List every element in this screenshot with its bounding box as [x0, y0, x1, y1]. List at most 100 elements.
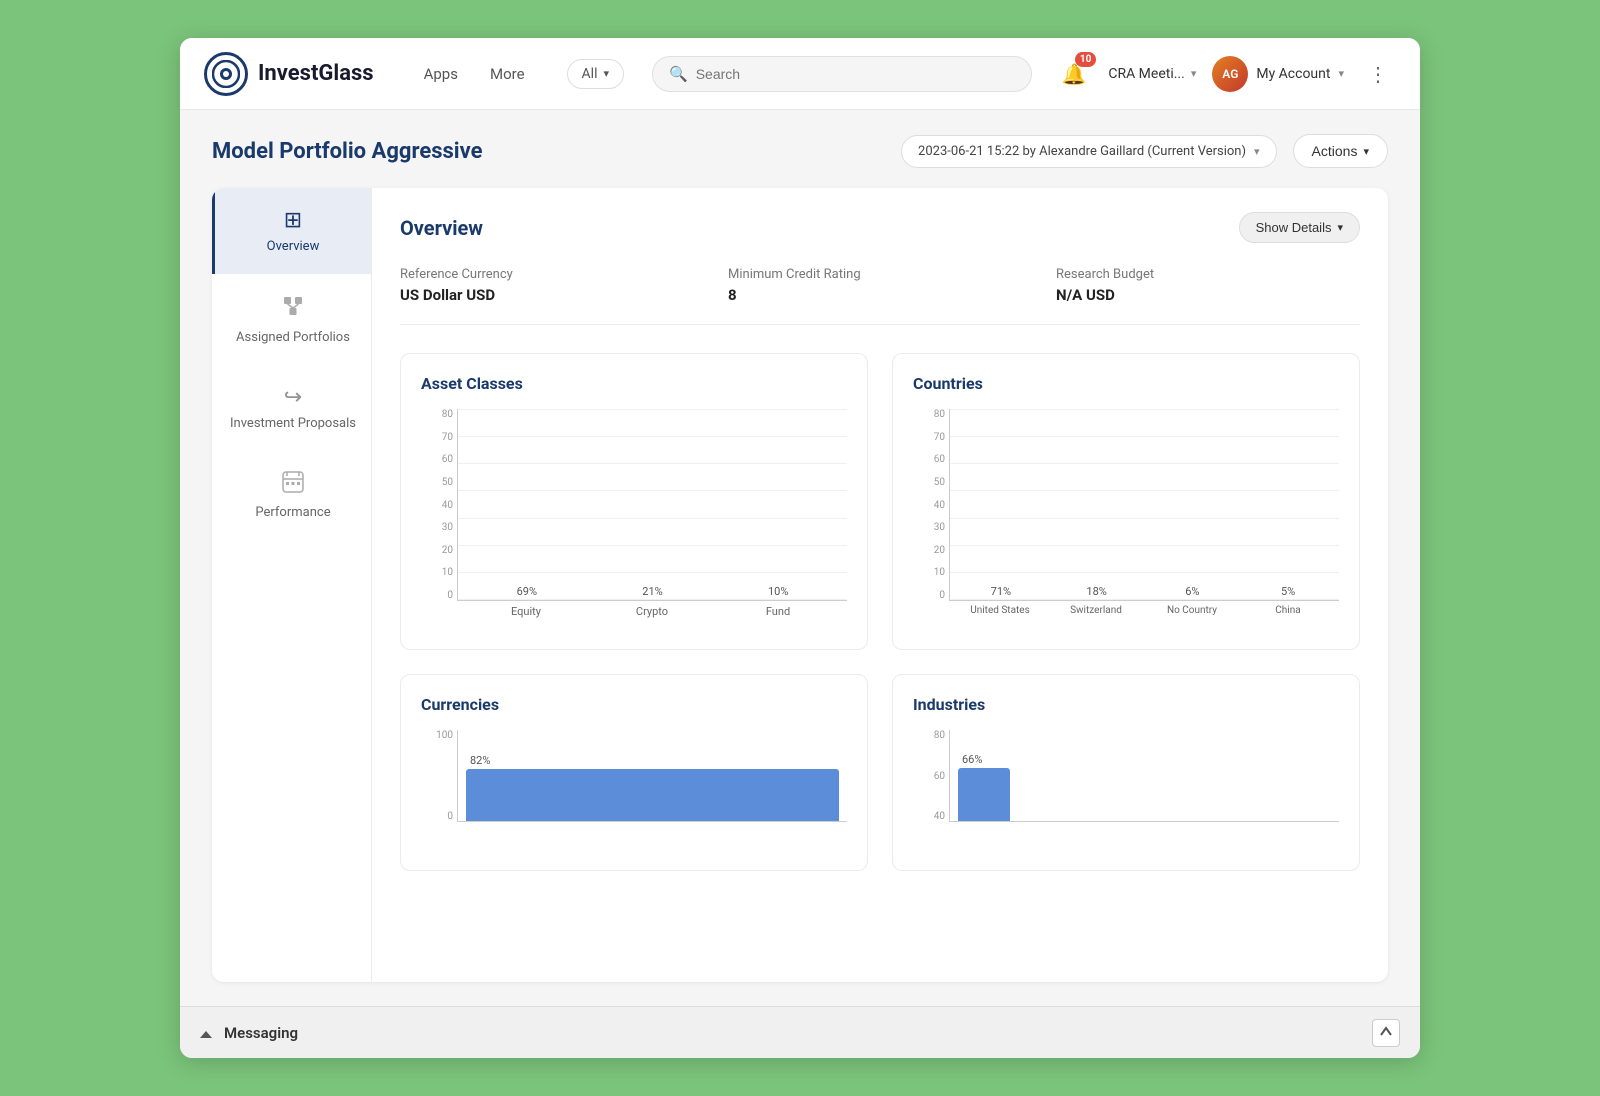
- overview-panel: Overview Show Details ▾ Reference Curren…: [372, 188, 1388, 982]
- bar-us: 71%: [958, 585, 1044, 600]
- y-tick: 10: [442, 567, 453, 578]
- page-header: Model Portfolio Aggressive 2023-06-21 15…: [212, 134, 1388, 168]
- sidebar-item-overview-label: Overview: [267, 239, 320, 254]
- y-tick: 0: [447, 590, 453, 601]
- chart-industries-container: 80 60 40 66%: [913, 730, 1339, 850]
- sidebar: ⊞ Overview Assigned Portfolios: [212, 188, 372, 982]
- bar-industry1-rect: [958, 768, 1010, 821]
- meta-min-credit-rating-value: 8: [728, 286, 1032, 304]
- navbar-right: 🔔 10 CRA Meeti... ▾ AG My Account ▾ ⋮: [1056, 56, 1396, 92]
- actions-chevron-icon: ▾: [1363, 145, 1369, 158]
- filter-dropdown[interactable]: All ▾: [567, 59, 624, 89]
- bars-currencies: 82%: [458, 730, 847, 821]
- navbar-nav: Apps More: [410, 57, 539, 91]
- meta-reference-currency-label: Reference Currency: [400, 267, 704, 282]
- sidebar-item-assigned-portfolios-label: Assigned Portfolios: [236, 330, 350, 345]
- chevron-up-icon: [200, 1023, 212, 1042]
- chart-countries-title: Countries: [913, 374, 1339, 393]
- y-tick: 80: [442, 409, 453, 420]
- overview-title: Overview: [400, 216, 483, 240]
- x-label-fund: Fund: [725, 605, 831, 629]
- bar-no-country: 6%: [1150, 585, 1236, 600]
- actions-button[interactable]: Actions ▾: [1293, 134, 1388, 168]
- chart-industries-title: Industries: [913, 695, 1339, 714]
- y-tick: 50: [442, 477, 453, 488]
- investment-proposals-icon: ↪: [284, 385, 302, 410]
- chart-area-currencies: 82%: [457, 730, 847, 822]
- meta-row: Reference Currency US Dollar USD Minimum…: [400, 267, 1360, 325]
- assigned-portfolios-icon: [281, 294, 305, 324]
- meeting-label: CRA Meeti...: [1108, 66, 1184, 82]
- sidebar-item-performance[interactable]: Performance: [212, 451, 371, 540]
- actions-label: Actions: [1312, 143, 1358, 159]
- account-chevron-icon: ▾: [1338, 67, 1344, 80]
- meta-min-credit-rating-label: Minimum Credit Rating: [728, 267, 1032, 282]
- bars-industries: 66%: [950, 730, 1339, 821]
- bar-crypto: 21%: [600, 585, 706, 600]
- chart-asset-classes-title: Asset Classes: [421, 374, 847, 393]
- show-details-chevron-icon: ▾: [1337, 221, 1343, 234]
- performance-icon: [282, 471, 304, 499]
- page-title: Model Portfolio Aggressive: [212, 139, 483, 164]
- y-tick: 60: [442, 454, 453, 465]
- search-icon: 🔍: [669, 65, 688, 83]
- meta-min-credit-rating: Minimum Credit Rating 8: [728, 267, 1032, 304]
- bar-usd: 82%: [466, 754, 839, 821]
- chart-currencies: Currencies 100 0 82%: [400, 674, 868, 871]
- bars-container: 69% 21% 10%: [458, 409, 847, 600]
- messaging-expand-button[interactable]: [1372, 1019, 1400, 1047]
- y-axis-countries: 80 70 60 50 40 30 20 10 0: [913, 409, 949, 601]
- meeting-dropdown[interactable]: CRA Meeti... ▾: [1108, 66, 1196, 82]
- chart-asset-classes-container: 80 70 60 50 40 30 20 10 0: [421, 409, 847, 629]
- sidebar-item-performance-label: Performance: [255, 505, 330, 520]
- meta-research-budget-value: N/A USD: [1056, 286, 1360, 304]
- meeting-chevron-icon: ▾: [1191, 67, 1197, 80]
- charts-grid: Asset Classes 80 70 60 50 40 30 20 10: [400, 353, 1360, 871]
- x-labels-countries: United States Switzerland No Country Chi…: [949, 605, 1339, 629]
- chart-countries: Countries 80 70 60 50 40 30 20 10: [892, 353, 1360, 650]
- y-tick: 30: [442, 522, 453, 533]
- version-selector[interactable]: 2023-06-21 15:22 by Alexandre Gaillard (…: [901, 135, 1277, 168]
- y-axis-currencies: 100 0: [421, 730, 457, 822]
- sidebar-item-overview[interactable]: ⊞ Overview: [212, 188, 371, 274]
- more-options-button[interactable]: ⋮: [1360, 58, 1396, 90]
- nav-more[interactable]: More: [476, 57, 539, 91]
- filter-label: All: [582, 66, 598, 82]
- logo-icon: [204, 52, 248, 96]
- bar-equity: 69%: [474, 585, 580, 600]
- meta-reference-currency-value: US Dollar USD: [400, 286, 704, 304]
- notifications-button[interactable]: 🔔 10: [1056, 56, 1092, 92]
- bar-industry1: 66%: [958, 753, 1018, 821]
- chart-asset-classes: Asset Classes 80 70 60 50 40 30 20 10: [400, 353, 868, 650]
- show-details-button[interactable]: Show Details ▾: [1239, 212, 1360, 243]
- search-input[interactable]: [696, 66, 1015, 82]
- account-dropdown[interactable]: AG My Account ▾: [1212, 56, 1344, 92]
- logo-text: InvestGlass: [258, 61, 374, 86]
- version-chevron-icon: ▾: [1254, 145, 1260, 158]
- account-label: My Account: [1256, 66, 1330, 82]
- avatar-initials: AG: [1222, 67, 1238, 81]
- y-tick: 40: [442, 500, 453, 511]
- search-bar[interactable]: 🔍: [652, 56, 1032, 92]
- sidebar-item-assigned-portfolios[interactable]: Assigned Portfolios: [212, 274, 371, 365]
- messaging-footer: Messaging: [180, 1006, 1420, 1058]
- sidebar-item-investment-proposals-label: Investment Proposals: [230, 416, 356, 431]
- nav-apps[interactable]: Apps: [410, 57, 472, 91]
- main-content: Model Portfolio Aggressive 2023-06-21 15…: [180, 110, 1420, 1006]
- messaging-title: Messaging: [224, 1024, 298, 1042]
- show-details-label: Show Details: [1256, 220, 1332, 235]
- bar-usd-rect: [466, 769, 839, 821]
- overview-header: Overview Show Details ▾: [400, 212, 1360, 243]
- y-tick: 70: [442, 432, 453, 443]
- body-layout: ⊞ Overview Assigned Portfolios: [212, 188, 1388, 982]
- y-tick: 20: [442, 545, 453, 556]
- overview-icon: ⊞: [284, 208, 302, 233]
- chart-countries-container: 80 70 60 50 40 30 20 10 0: [913, 409, 1339, 629]
- version-label: 2023-06-21 15:22 by Alexandre Gaillard (…: [918, 144, 1246, 159]
- x-labels-currencies: [457, 826, 847, 850]
- logo[interactable]: InvestGlass: [204, 52, 374, 96]
- chart-industries: Industries 80 60 40 66%: [892, 674, 1360, 871]
- sidebar-item-investment-proposals[interactable]: ↪ Investment Proposals: [212, 365, 371, 451]
- bar-fund: 10%: [725, 585, 831, 600]
- chart-area-countries: 71% 18% 6%: [949, 409, 1339, 601]
